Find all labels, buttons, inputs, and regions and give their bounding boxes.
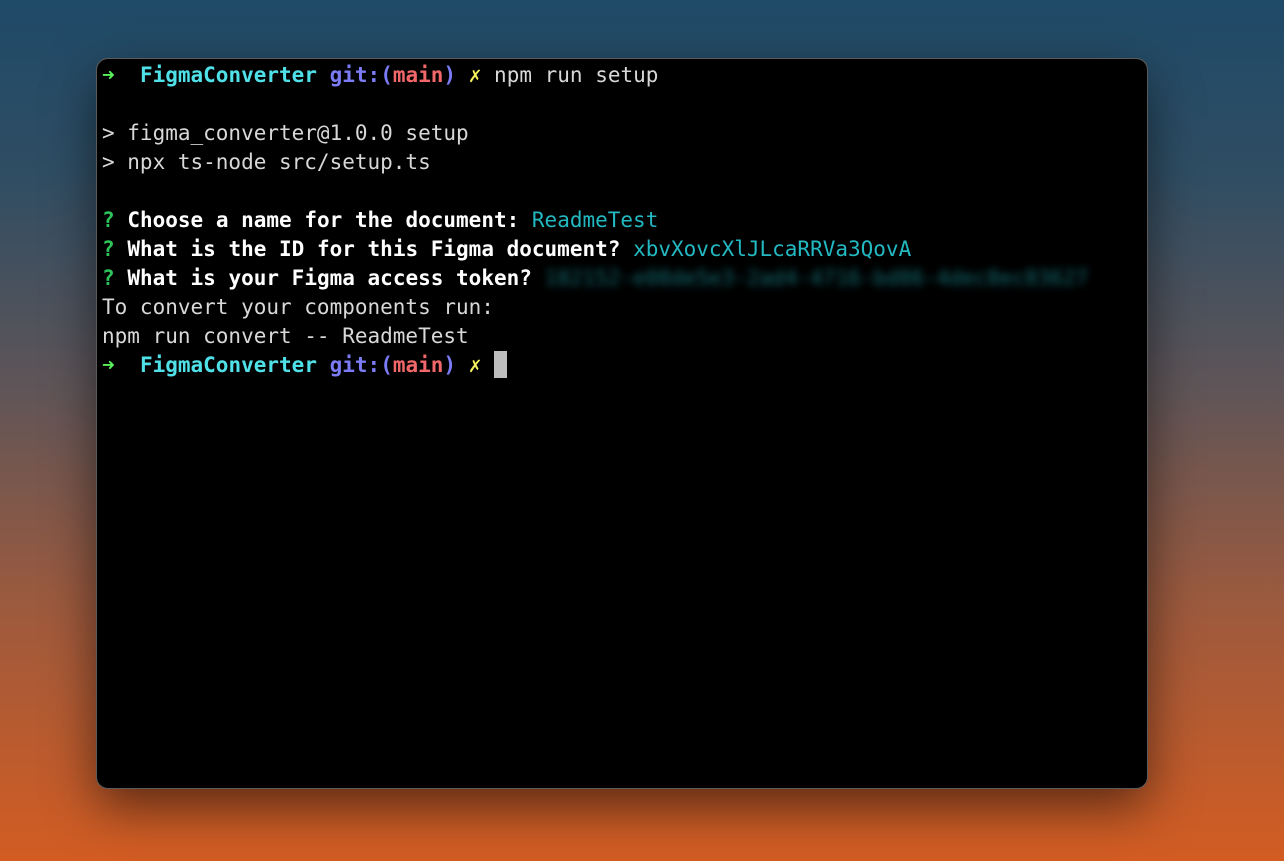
prompt-git-label: git:( bbox=[329, 63, 393, 87]
output-line: > figma_converter@1.0.0 setup bbox=[102, 121, 469, 145]
prompt-branch: main bbox=[392, 63, 444, 87]
question-text: Choose a name for the document: bbox=[127, 208, 520, 232]
prompt-directory: FigmaConverter bbox=[139, 353, 317, 377]
prompt-dirty-icon: ✗ bbox=[468, 353, 482, 377]
command-text: npm run setup bbox=[494, 63, 659, 87]
question-mark-icon: ? bbox=[102, 237, 115, 261]
prompt-git-close: ) bbox=[443, 353, 457, 377]
output-line: > npx ts-node src/setup.ts bbox=[102, 150, 431, 174]
question-line: ? What is your Figma access token? 18215… bbox=[102, 264, 1147, 293]
answer-text: xbvXovcXlJLcaRRVa3QovA bbox=[633, 237, 912, 261]
prompt-directory: FigmaConverter bbox=[139, 63, 317, 87]
prompt-branch: main bbox=[392, 353, 444, 377]
question-line: ? What is the ID for this Figma document… bbox=[102, 235, 1147, 264]
output-line: npm run convert -- ReadmeTest bbox=[102, 324, 469, 348]
question-mark-icon: ? bbox=[102, 208, 115, 232]
prompt-arrow-icon: ➜ bbox=[102, 353, 115, 377]
text-cursor[interactable] bbox=[494, 351, 508, 378]
question-line: ? Choose a name for the document: Readme… bbox=[102, 206, 1147, 235]
prompt-line: ➜ FigmaConverter git:(main) ✗ npm run se… bbox=[102, 61, 1147, 90]
prompt-arrow-icon: ➜ bbox=[102, 63, 115, 87]
output-line: To convert your components run: bbox=[102, 295, 494, 319]
terminal-window[interactable]: ➜ FigmaConverter git:(main) ✗ npm run se… bbox=[97, 59, 1147, 788]
question-text: What is the ID for this Figma document? bbox=[127, 237, 621, 261]
question-text: What is your Figma access token? bbox=[127, 266, 532, 290]
prompt-git-close: ) bbox=[443, 63, 457, 87]
prompt-git-label: git:( bbox=[329, 353, 393, 377]
answer-text: ReadmeTest bbox=[531, 208, 659, 232]
prompt-line: ➜ FigmaConverter git:(main) ✗ bbox=[102, 351, 1147, 380]
access-token-redacted: 182152-e08de5e3-2ad4-4716-bd86-4dec8ec83… bbox=[544, 266, 1089, 290]
question-mark-icon: ? bbox=[102, 266, 115, 290]
prompt-dirty-icon: ✗ bbox=[468, 63, 482, 87]
